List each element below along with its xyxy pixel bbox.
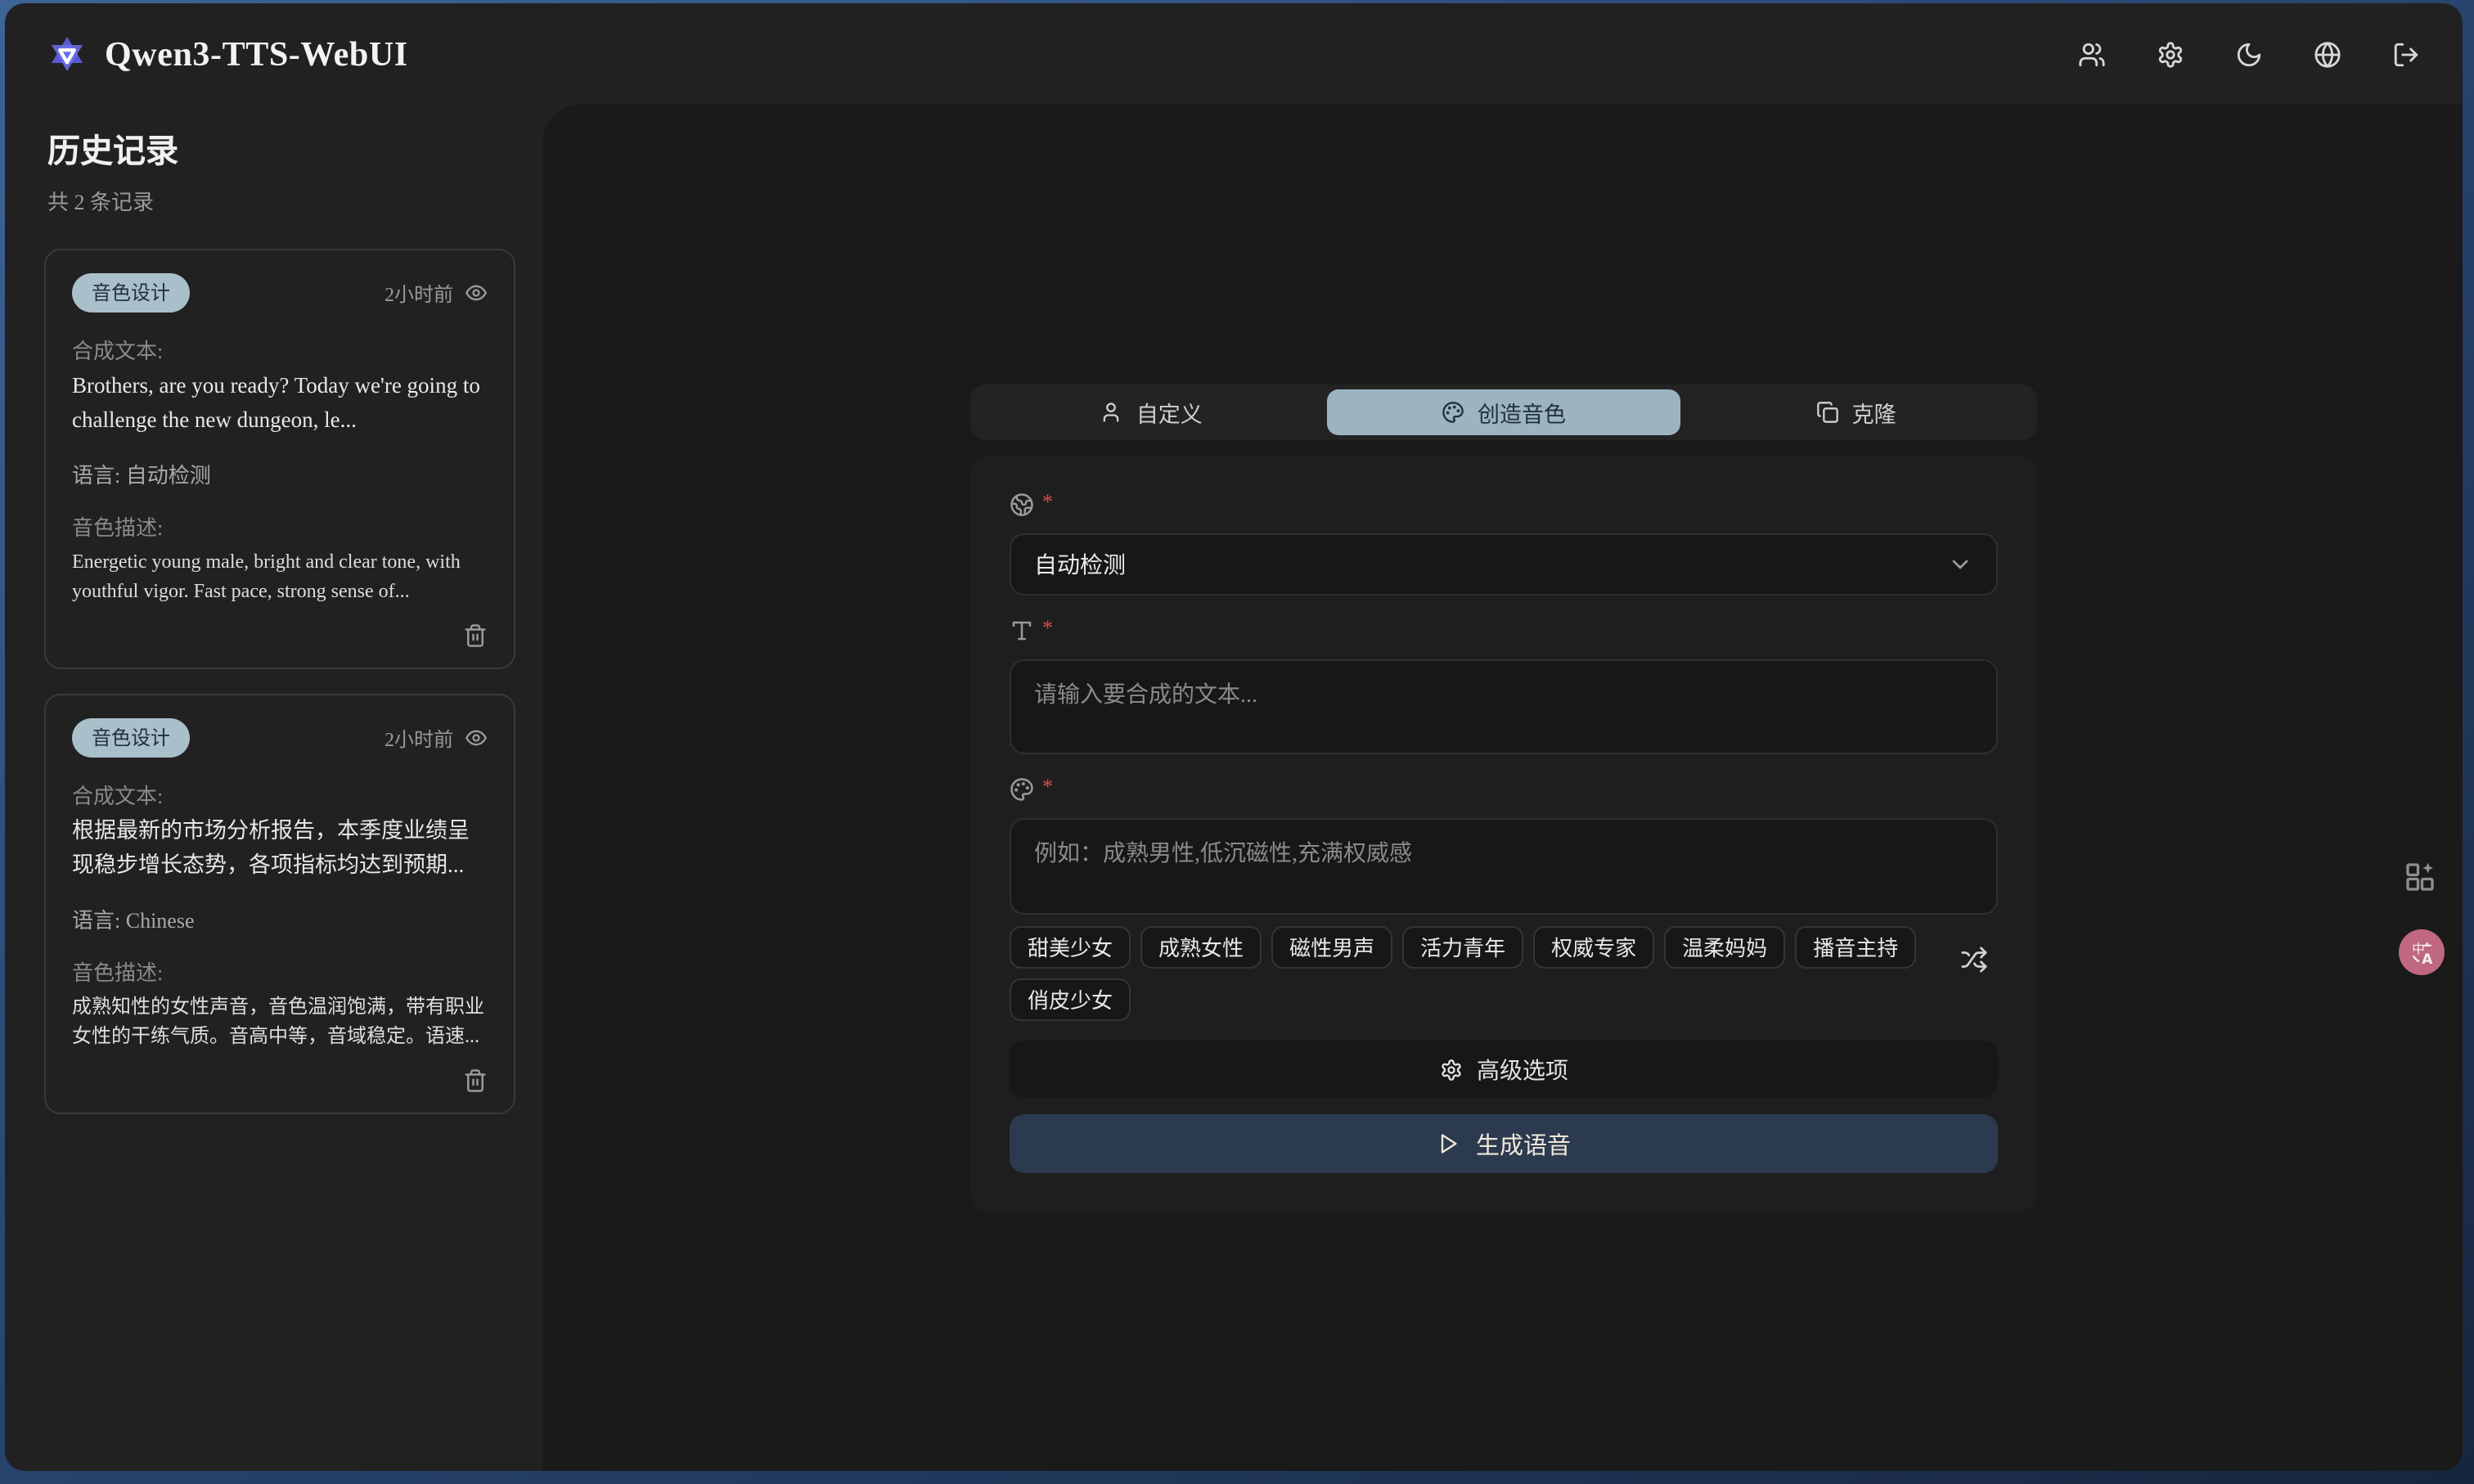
user-icon <box>1100 401 1123 424</box>
timestamp: 2小时前 <box>385 724 453 752</box>
sidebar-title: 历史记录 <box>47 124 501 172</box>
voice-desc: 成熟知性的女性声音，音色温润饱满，带有职业女性的干练气质。音高中等，音域稳定。语… <box>72 992 488 1052</box>
type-badge: 音色设计 <box>72 273 190 313</box>
language-select-value: 自动检测 <box>1034 548 1126 581</box>
settings-icon[interactable] <box>2157 40 2184 68</box>
required-mark: * <box>1042 777 1053 797</box>
history-card[interactable]: 音色设计 2小时前 合成文本: 根据最新的市场分析报告，本季度业绩呈现稳步增长态… <box>44 694 515 1114</box>
preset-tag[interactable]: 成熟女性 <box>1140 926 1262 969</box>
header-actions <box>2078 40 2420 68</box>
synthesis-text: 根据最新的市场分析报告，本季度业绩呈现稳步增长态势，各项指标均达到预期... <box>72 815 488 884</box>
sidebar-header: 历史记录 共 2 条记录 <box>5 124 543 216</box>
create-voice-form: * 自动检测 * * <box>970 455 2037 1212</box>
language-field-label: * <box>1010 492 1998 519</box>
view-eye-icon[interactable] <box>465 281 488 304</box>
history-sidebar: 历史记录 共 2 条记录 音色设计 2小时前 合成文本: Brot <box>5 105 543 1471</box>
text-field-label: * <box>1010 618 1998 645</box>
header: Qwen3-TTS-WebUI <box>5 3 2463 105</box>
preset-voice-tags: 甜美少女 成熟女性 磁性男声 活力青年 权威专家 温柔妈妈 播音主持 俏皮少女 <box>1010 926 1926 1021</box>
delete-trash-icon[interactable] <box>463 1068 488 1093</box>
generate-speech-button[interactable]: 生成语音 <box>1010 1114 1998 1173</box>
preset-tag[interactable]: 活力青年 <box>1402 926 1523 969</box>
translate-fab-button[interactable]: 中 A <box>2399 929 2445 975</box>
history-count: 共 2 条记录 <box>47 185 501 216</box>
app-window: Qwen3-TTS-WebUI 历史记录 共 2 条记录 <box>5 3 2463 1471</box>
synthesis-text-label: 合成文本: <box>72 334 488 365</box>
tab-label: 克隆 <box>1852 396 1896 429</box>
dark-mode-moon-icon[interactable] <box>2235 40 2263 68</box>
advanced-options-label: 高级选项 <box>1477 1053 1568 1086</box>
translate-icon: 中 A <box>2408 938 2436 966</box>
history-list: 音色设计 2小时前 合成文本: Brothers, are you ready?… <box>5 216 543 1114</box>
main-panel: 自定义 创造音色 克隆 * <box>543 105 2463 1471</box>
delete-trash-icon[interactable] <box>463 623 488 648</box>
tab-label: 创造音色 <box>1478 396 1566 429</box>
chevron-down-icon <box>1947 551 1973 578</box>
screen: Qwen3-TTS-WebUI 历史记录 共 2 条记录 <box>0 0 2474 1484</box>
voice-desc-label: 音色描述: <box>72 956 488 987</box>
preset-tag[interactable]: 权威专家 <box>1533 926 1654 969</box>
shuffle-icon[interactable] <box>1960 946 1988 974</box>
tab-clone[interactable]: 克隆 <box>1680 389 2032 435</box>
components-sparkle-icon[interactable] <box>2404 861 2436 893</box>
tab-label: 自定义 <box>1136 396 1203 429</box>
tab-create-voice[interactable]: 创造音色 <box>1328 389 1680 435</box>
content-row: 历史记录 共 2 条记录 音色设计 2小时前 合成文本: Brot <box>5 105 2463 1471</box>
qwen-logo-icon <box>47 34 87 74</box>
palette-icon <box>1010 777 1034 802</box>
mode-tabs: 自定义 创造音色 克隆 <box>970 384 2037 440</box>
generate-speech-label: 生成语音 <box>1476 1126 1571 1161</box>
advanced-options-button[interactable]: 高级选项 <box>1010 1041 1998 1098</box>
copy-icon <box>1816 401 1839 424</box>
timestamp: 2小时前 <box>385 279 453 307</box>
type-icon <box>1010 618 1034 643</box>
tab-custom[interactable]: 自定义 <box>975 389 1328 435</box>
synthesis-text-label: 合成文本: <box>72 779 488 810</box>
svg-text:A: A <box>2421 951 2432 966</box>
voice-desc-input[interactable] <box>1010 818 1998 915</box>
language-globe-icon[interactable] <box>2314 40 2341 68</box>
language-line: 语言: 自动检测 <box>72 458 488 489</box>
required-mark: * <box>1042 492 1053 512</box>
play-icon <box>1437 1132 1460 1155</box>
users-icon[interactable] <box>2078 40 2106 68</box>
language-line: 语言: Chinese <box>72 903 488 934</box>
preset-tag[interactable]: 甜美少女 <box>1010 926 1131 969</box>
voice-desc-field-label: * <box>1010 777 1998 803</box>
preset-tag[interactable]: 温柔妈妈 <box>1664 926 1785 969</box>
preset-tag[interactable]: 俏皮少女 <box>1010 978 1131 1021</box>
voice-desc: Energetic young male, bright and clear t… <box>72 546 488 607</box>
required-mark: * <box>1042 618 1053 638</box>
type-badge: 音色设计 <box>72 718 190 758</box>
voice-desc-label: 音色描述: <box>72 510 488 542</box>
synthesis-text: Brothers, are you ready? Today we're goi… <box>72 370 488 438</box>
preset-tag[interactable]: 播音主持 <box>1795 926 1916 969</box>
history-card[interactable]: 音色设计 2小时前 合成文本: Brothers, are you ready?… <box>44 249 515 669</box>
palette-icon <box>1442 401 1464 424</box>
preset-tag[interactable]: 磁性男声 <box>1271 926 1392 969</box>
view-eye-icon[interactable] <box>465 726 488 749</box>
synthesis-text-input[interactable] <box>1010 659 1998 754</box>
logout-icon[interactable] <box>2392 40 2420 68</box>
earth-icon <box>1010 492 1034 517</box>
language-select[interactable]: 自动检测 <box>1010 533 1998 596</box>
app-title: Qwen3-TTS-WebUI <box>105 34 408 74</box>
gear-icon <box>1439 1058 1462 1081</box>
